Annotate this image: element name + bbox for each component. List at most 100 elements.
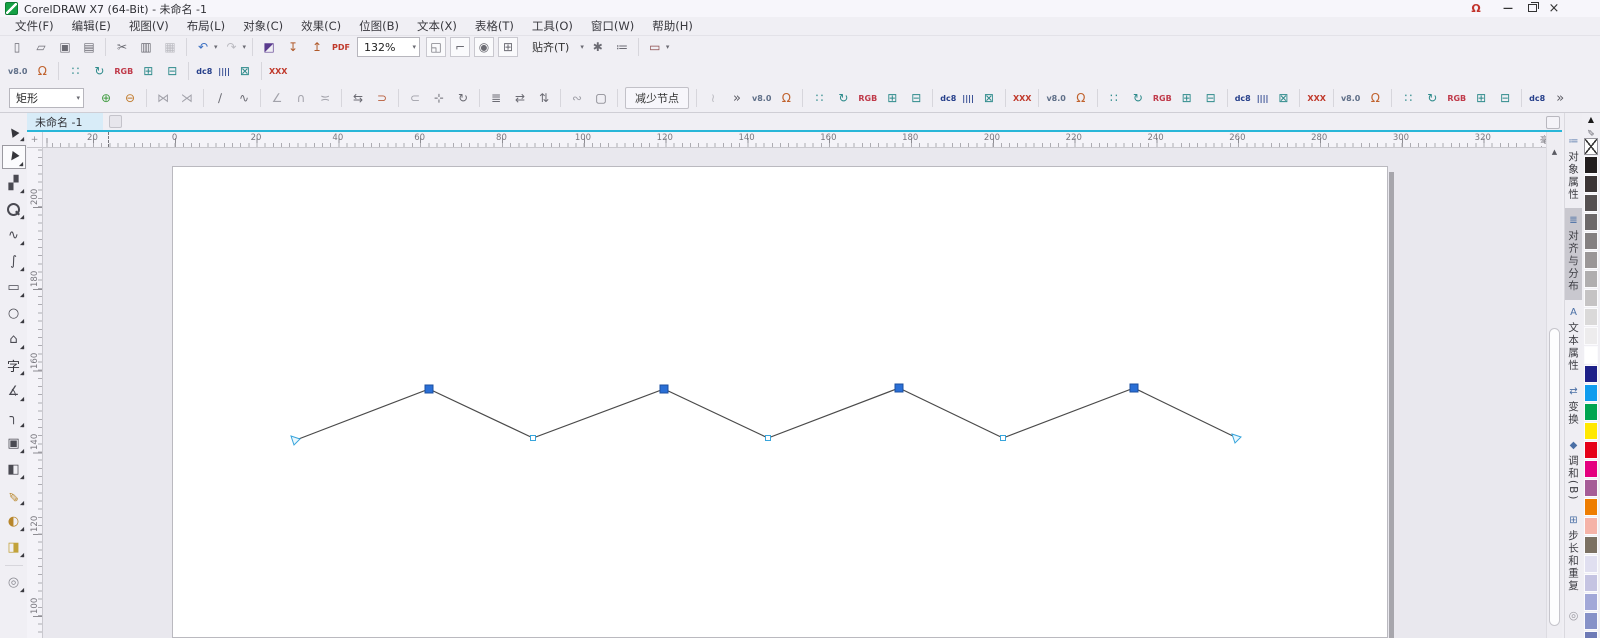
- macro-barcode-icon[interactable]: ||||: [218, 67, 230, 76]
- color-swatch[interactable]: [1584, 631, 1598, 638]
- open-folder-icon[interactable]: ▱: [31, 37, 51, 57]
- macro-paste-b-icon[interactable]: ⊟: [1201, 88, 1221, 108]
- rectangle-tool[interactable]: ▭: [2, 275, 26, 299]
- shape-tool[interactable]: ▲: [1, 145, 26, 169]
- welcome-screen-dropdown[interactable]: ▾: [666, 43, 670, 51]
- menu-item-9[interactable]: 工具(O): [523, 16, 582, 36]
- selection-mode-combo[interactable]: 矩形 ▾: [9, 88, 84, 108]
- macro-duplicate-icon[interactable]: ⊠: [235, 61, 255, 81]
- macro-align-dots-icon[interactable]: ∷: [1104, 88, 1124, 108]
- reverse-direction-icon[interactable]: ⇆: [348, 88, 368, 108]
- export-icon[interactable]: ↥: [307, 37, 327, 57]
- macro-rgb-cmyk-icon[interactable]: RGB: [114, 67, 133, 76]
- edit-fill-tool[interactable]: ◎: [2, 570, 26, 594]
- smooth-node-icon[interactable]: ∩: [291, 88, 311, 108]
- horizontal-ruler[interactable]: 毫米 2002040608010012014016018020022024026…: [43, 132, 1562, 148]
- macro-dc8-icon[interactable]: dc8: [940, 94, 956, 103]
- docker-tab-2[interactable]: A 文本属性: [1565, 300, 1582, 379]
- color-swatch[interactable]: [1584, 346, 1598, 364]
- menu-item-7[interactable]: 文本(X): [408, 16, 466, 36]
- macro-convert-icon[interactable]: ↻: [1128, 88, 1148, 108]
- color-swatch[interactable]: [1584, 384, 1598, 402]
- pick-tool[interactable]: ▲: [2, 119, 26, 143]
- document-tab[interactable]: 未命名 -1: [27, 113, 103, 130]
- color-eyedropper-tool[interactable]: ✎: [2, 483, 26, 507]
- color-swatch[interactable]: [1584, 593, 1598, 611]
- macro-user-icon[interactable]: Ω: [1071, 88, 1091, 108]
- macro-user-icon[interactable]: Ω: [776, 88, 796, 108]
- close-curve-icon[interactable]: ⊃: [372, 88, 392, 108]
- connector-tool[interactable]: ╮: [2, 405, 26, 429]
- artistic-media-tool[interactable]: ∫: [2, 249, 26, 273]
- docker-tab-5[interactable]: ⊞ 步长和重复: [1565, 508, 1582, 600]
- macro-duplicate-icon[interactable]: ⊠: [1273, 88, 1293, 108]
- minimize-button[interactable]: —: [1500, 1, 1516, 15]
- curve-node-selected[interactable]: [424, 384, 434, 394]
- ellipse-tool[interactable]: ○: [2, 301, 26, 325]
- macro-convert-icon[interactable]: ↻: [833, 88, 853, 108]
- scroll-up-icon[interactable]: ▲: [1547, 148, 1562, 156]
- color-swatch[interactable]: [1584, 194, 1598, 212]
- macro-paste-a-icon[interactable]: ⊞: [1471, 88, 1491, 108]
- macro-user-icon[interactable]: Ω: [32, 61, 52, 81]
- undo-dropdown[interactable]: ▾: [214, 43, 218, 51]
- rotate-skew-nodes-icon[interactable]: ↻: [453, 88, 473, 108]
- interactive-fill-tool[interactable]: ◨: [2, 535, 26, 559]
- menu-item-0[interactable]: 文件(F): [6, 16, 63, 36]
- macro-align-dots-icon[interactable]: ∷: [809, 88, 829, 108]
- macro-rgb-cmyk-icon[interactable]: RGB: [858, 94, 877, 103]
- macro-paste-a-icon[interactable]: ⊞: [138, 61, 158, 81]
- color-swatch[interactable]: [1584, 441, 1598, 459]
- drawing-canvas[interactable]: [43, 148, 1546, 638]
- macro-duplicate-icon[interactable]: ⊠: [979, 88, 999, 108]
- macro-dc8-icon[interactable]: dc8: [196, 67, 212, 76]
- save-icon[interactable]: ▣: [55, 37, 75, 57]
- color-swatch[interactable]: [1584, 175, 1598, 193]
- menu-item-3[interactable]: 布局(L): [178, 16, 234, 36]
- curve-path[interactable]: [295, 387, 1238, 441]
- curve-node[interactable]: [765, 435, 771, 441]
- macro-align-dots-icon[interactable]: ∷: [65, 61, 85, 81]
- show-alignment-guides-icon[interactable]: ◉: [474, 37, 494, 57]
- cut-icon[interactable]: ✂: [112, 37, 132, 57]
- redo-dropdown[interactable]: ▾: [243, 43, 247, 51]
- macro-align-dots-icon[interactable]: ∷: [1398, 88, 1418, 108]
- menu-item-5[interactable]: 效果(C): [292, 16, 350, 36]
- freehand-tool[interactable]: ∿: [2, 223, 26, 247]
- overflow-chevron-icon[interactable]: »: [1550, 88, 1570, 108]
- color-swatch[interactable]: [1584, 517, 1598, 535]
- color-swatch[interactable]: [1584, 612, 1598, 630]
- symmetrical-node-icon[interactable]: ≍: [315, 88, 335, 108]
- macro-paste-b-icon[interactable]: ⊟: [1495, 88, 1515, 108]
- add-node-icon[interactable]: ⊕: [96, 88, 116, 108]
- transparency-tool[interactable]: ◧: [2, 457, 26, 481]
- color-swatch[interactable]: [1584, 536, 1598, 554]
- import-icon[interactable]: ↧: [283, 37, 303, 57]
- macro-xxx-icon[interactable]: XXX: [1307, 94, 1326, 103]
- curve-node-selected[interactable]: [659, 384, 669, 394]
- docker-tab-1[interactable]: ≣ 对齐与分布: [1565, 208, 1582, 300]
- close-button[interactable]: ×: [1546, 1, 1562, 16]
- break-nodes-icon[interactable]: ⋊: [177, 88, 197, 108]
- menu-item-11[interactable]: 帮助(H): [643, 16, 702, 36]
- color-swatch[interactable]: [1584, 156, 1598, 174]
- menu-item-6[interactable]: 位图(B): [350, 16, 408, 36]
- color-swatch[interactable]: [1584, 213, 1598, 231]
- reflect-horizontal-icon[interactable]: ⇄: [510, 88, 530, 108]
- text-tool[interactable]: 字: [2, 353, 26, 377]
- curve-smoothness-icon[interactable]: ≀: [703, 88, 723, 108]
- macro-barcode-icon[interactable]: ||||: [962, 94, 974, 103]
- print-icon[interactable]: ▤: [79, 37, 99, 57]
- color-swatch[interactable]: [1584, 289, 1598, 307]
- color-swatch[interactable]: [1584, 251, 1598, 269]
- polygon-tool[interactable]: ⌂: [2, 327, 26, 351]
- docker-tab-0[interactable]: ≔ 对象属性: [1565, 129, 1582, 208]
- extract-subpath-icon[interactable]: ⊂: [405, 88, 425, 108]
- curve-node-selected[interactable]: [894, 383, 904, 393]
- macro-rgb-cmyk-icon[interactable]: RGB: [1447, 94, 1466, 103]
- curve-node-selected[interactable]: [1129, 383, 1139, 393]
- paste-icon[interactable]: ▦: [160, 37, 180, 57]
- crop-tool[interactable]: ▞: [2, 171, 26, 195]
- zoom-level-combo[interactable]: 132% ▾: [357, 37, 420, 57]
- macro-convert-icon[interactable]: ↻: [1422, 88, 1442, 108]
